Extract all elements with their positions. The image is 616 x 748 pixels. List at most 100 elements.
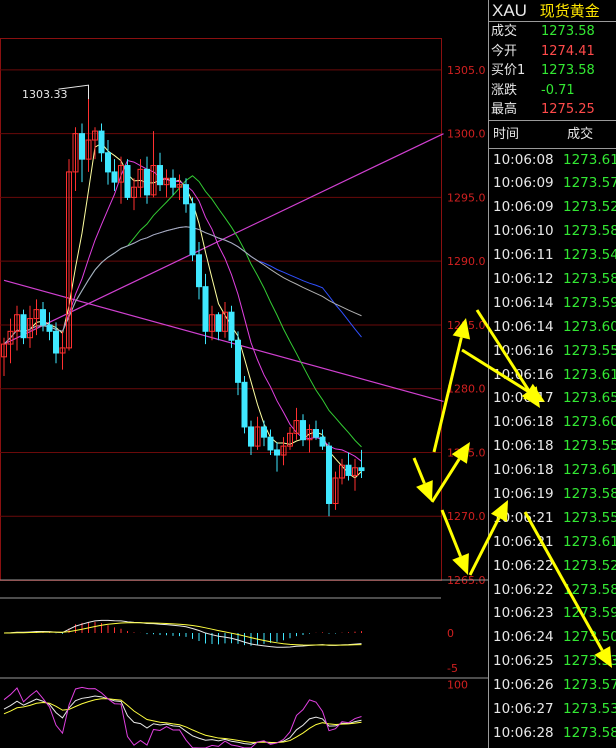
moving-average-line (3, 175, 362, 448)
tick-price: 1273.58 (563, 270, 616, 287)
quote-label: 今开 (491, 43, 518, 59)
kdj-j-line (3, 686, 362, 748)
tick-row[interactable]: 10:06:18 1273.61 (489, 459, 616, 483)
tick-time: 10:06:26 (493, 677, 554, 694)
tick-price: 1273.50 (563, 629, 616, 646)
candle-body (261, 426, 267, 438)
tick-row[interactable]: 10:06:25 1273.53 (489, 650, 616, 674)
moving-average-line (3, 226, 362, 345)
tick-row[interactable]: 10:06:09 1273.52 (489, 196, 616, 220)
candle-body (215, 314, 222, 332)
tick-row[interactable]: 10:06:26 1273.57 (489, 674, 616, 698)
tick-row[interactable]: 10:06:10 1273.58 (489, 220, 616, 244)
tick-row[interactable]: 10:06:16 1273.55 (489, 340, 616, 364)
tick-row[interactable]: 10:06:08 1273.61 (489, 149, 616, 173)
tick-time: 10:06:23 (493, 605, 554, 622)
tick-price: 1273.55 (563, 438, 616, 455)
instrument-name: 现货黄金 (539, 2, 600, 20)
tick-list[interactable]: 10:06:08 1273.61 10:06:09 1273.57 10:06:09 12… (489, 149, 616, 746)
tick-time: 10:06:09 (493, 175, 554, 192)
ticks-column-header: 时间 成交 (489, 121, 616, 148)
tick-price: 1273.61 (563, 462, 616, 479)
tick-row[interactable]: 10:06:09 1273.57 (489, 172, 616, 196)
tick-row[interactable]: 10:06:23 1273.59 (489, 602, 616, 626)
moving-average-line (3, 159, 362, 462)
tick-time: 10:06:11 (493, 247, 554, 264)
tick-time: 10:06:17 (493, 390, 554, 407)
tick-price: 1273.58 (563, 581, 616, 598)
candle-body (79, 133, 85, 160)
tick-row[interactable]: 10:06:28 1273.58 (489, 722, 616, 746)
tick-row[interactable]: 10:06:12 1273.58 (489, 268, 616, 292)
quote-row: 买价1 1273.58 (489, 61, 616, 81)
candle-body (235, 339, 241, 383)
moving-average-line (3, 226, 362, 345)
candle-body (345, 464, 352, 476)
tick-price: 1273.61 (563, 151, 616, 168)
tick-row[interactable]: 10:06:14 1273.60 (489, 316, 616, 340)
tick-time: 10:06:21 (493, 509, 554, 526)
candle-body (313, 429, 319, 438)
chart-area[interactable]: 1305.0 1300.0 1295.0 1290.0 1285.0 1280.0 1275… (0, 0, 488, 748)
candle-body (228, 311, 235, 341)
quote-value: 1275.25 (541, 102, 595, 117)
tick-price: 1273.55 (563, 342, 616, 359)
tick-time: 10:06:27 (493, 700, 554, 717)
tick-time: 10:06:14 (493, 294, 554, 311)
quote-label: 成交 (491, 24, 518, 39)
tick-time: 10:06:12 (493, 270, 554, 287)
candle-body (274, 449, 280, 456)
tick-row[interactable]: 10:06:18 1273.55 (489, 435, 616, 459)
y-tick-label: 1275.0 (447, 446, 486, 459)
tick-price: 1273.59 (563, 605, 616, 622)
candle-body (124, 165, 131, 198)
tick-time: 10:06:22 (493, 557, 554, 574)
price-chart[interactable]: 1305.0 1300.0 1295.0 1290.0 1285.0 1280.0 1275… (0, 0, 488, 748)
quote-value: -0.71 (541, 82, 575, 98)
tick-time: 10:06:25 (493, 653, 554, 670)
tick-row[interactable]: 10:06:22 1273.58 (489, 579, 616, 603)
tick-time: 10:06:22 (493, 581, 554, 598)
tick-row[interactable]: 10:06:16 1273.61 (489, 364, 616, 388)
y-tick-label: 1270.0 (447, 510, 486, 523)
candle-body (170, 177, 176, 188)
tick-row[interactable]: 10:06:21 1273.61 (489, 531, 616, 555)
tick-time: 10:06:16 (493, 342, 554, 359)
price-column-header: 成交 (567, 126, 594, 142)
tick-price: 1273.59 (563, 294, 616, 311)
candle-body (196, 254, 202, 288)
tick-row[interactable]: 10:06:11 1273.54 (489, 244, 616, 268)
quote-row: 今开 1274.41 (489, 42, 616, 62)
tick-row[interactable]: 10:06:21 1273.55 (489, 507, 616, 531)
quote-fields: 成交 1273.58 今开 1274.41 买价1 1273.58 涨跌 -0.71 最高 127… (489, 22, 616, 120)
quote-panel: XAU 现货黄金 成交 1273.58 今开 1274.41 买价1 1273.58 涨跌 -… (488, 0, 616, 748)
y-tick-label: 1300.0 (447, 128, 486, 141)
tick-price: 1273.65 (563, 390, 616, 407)
tick-price: 1273.58 (563, 223, 616, 240)
tick-row[interactable]: 10:06:18 1273.60 (489, 411, 616, 435)
candle-body (98, 130, 105, 154)
tick-row[interactable]: 10:06:27 1273.53 (489, 698, 616, 722)
tick-row[interactable]: 10:06:17 1273.65 (489, 387, 616, 411)
quote-label: 最高 (491, 102, 518, 117)
quote-value: 1273.58 (541, 24, 595, 39)
tick-time: 10:06:09 (493, 199, 554, 216)
tick-price: 1273.53 (563, 700, 616, 717)
y-tick-label: 1290.0 (447, 255, 486, 268)
candle-body (358, 467, 365, 472)
quote-value: 1274.41 (541, 43, 595, 59)
candle-body (183, 184, 189, 205)
candle-body (40, 309, 46, 326)
tick-row[interactable]: 10:06:22 1273.52 (489, 555, 616, 579)
quote-value: 1273.58 (541, 63, 595, 78)
moving-average-line (3, 142, 362, 479)
quote-row: 成交 1273.58 (489, 22, 616, 42)
tick-time: 10:06:08 (493, 151, 554, 168)
tick-row[interactable]: 10:06:19 1273.58 (489, 483, 616, 507)
tick-row[interactable]: 10:06:14 1273.59 (489, 292, 616, 316)
tick-price: 1273.52 (563, 557, 616, 574)
y-tick-label: 1280.0 (447, 383, 486, 396)
tick-row[interactable]: 10:06:24 1273.50 (489, 626, 616, 650)
quote-row: 涨跌 -0.71 (489, 81, 616, 101)
candle-body (189, 203, 196, 256)
